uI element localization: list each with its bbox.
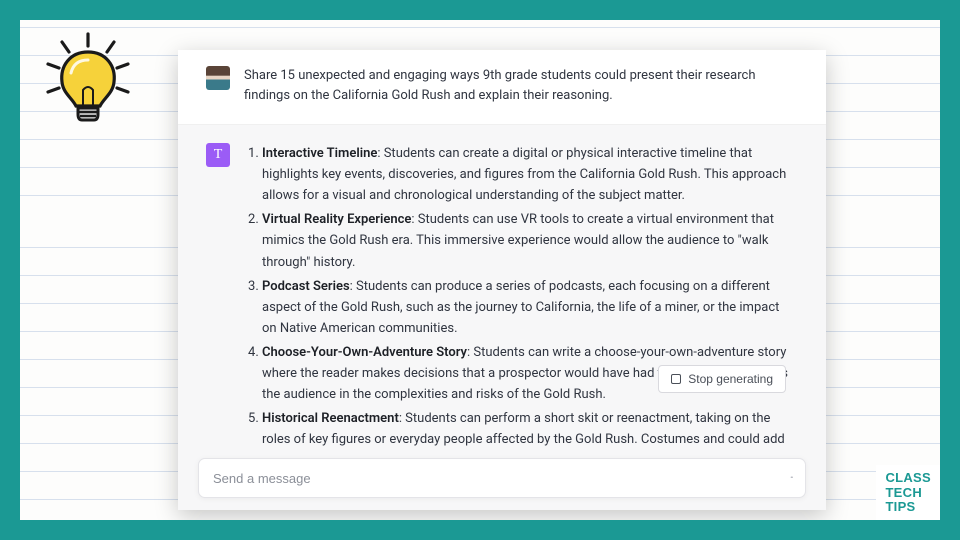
assistant-avatar: T — [206, 143, 230, 167]
list-item: Interactive Timeline: Students can creat… — [262, 143, 792, 206]
teal-frame: Share 15 unexpected and engaging ways 9t… — [0, 0, 960, 540]
idea-title: Interactive Timeline — [262, 146, 377, 161]
class-tech-tips-logo: CLASS TECH TIPS — [876, 465, 940, 520]
stop-label: Stop generating — [688, 372, 773, 386]
idea-title: Podcast Series — [262, 279, 350, 294]
input-row: ·· — [178, 449, 826, 510]
user-prompt-text: Share 15 unexpected and engaging ways 9t… — [244, 66, 784, 106]
stop-generating-button[interactable]: Stop generating — [658, 365, 786, 393]
user-avatar — [206, 66, 230, 90]
logo-line: TECH — [885, 486, 931, 501]
logo-line: TIPS — [885, 500, 931, 515]
assistant-message: T Interactive Timeline: Students can cre… — [178, 125, 826, 449]
assistant-body: Interactive Timeline: Students can creat… — [244, 143, 792, 449]
ideas-list: Interactive Timeline: Students can creat… — [244, 143, 792, 449]
message-input[interactable] — [213, 471, 790, 486]
idea-title: Historical Reenactment — [262, 411, 399, 426]
idea-title: Virtual Reality Experience — [262, 212, 411, 227]
list-item: Historical Reenactment: Students can per… — [262, 408, 792, 449]
list-item: Podcast Series: Students can produce a s… — [262, 276, 792, 339]
lightbulb-icon — [38, 30, 138, 140]
message-input-container[interactable]: ·· — [198, 458, 806, 498]
paper-background: Share 15 unexpected and engaging ways 9t… — [20, 20, 940, 520]
send-icon[interactable]: ·· — [790, 470, 791, 486]
user-message: Share 15 unexpected and engaging ways 9t… — [178, 50, 826, 125]
stop-icon — [671, 374, 681, 384]
list-item: Virtual Reality Experience: Students can… — [262, 209, 792, 272]
logo-line: CLASS — [885, 471, 931, 486]
chat-card: Share 15 unexpected and engaging ways 9t… — [178, 50, 826, 510]
idea-title: Choose-Your-Own-Adventure Story — [262, 345, 467, 360]
